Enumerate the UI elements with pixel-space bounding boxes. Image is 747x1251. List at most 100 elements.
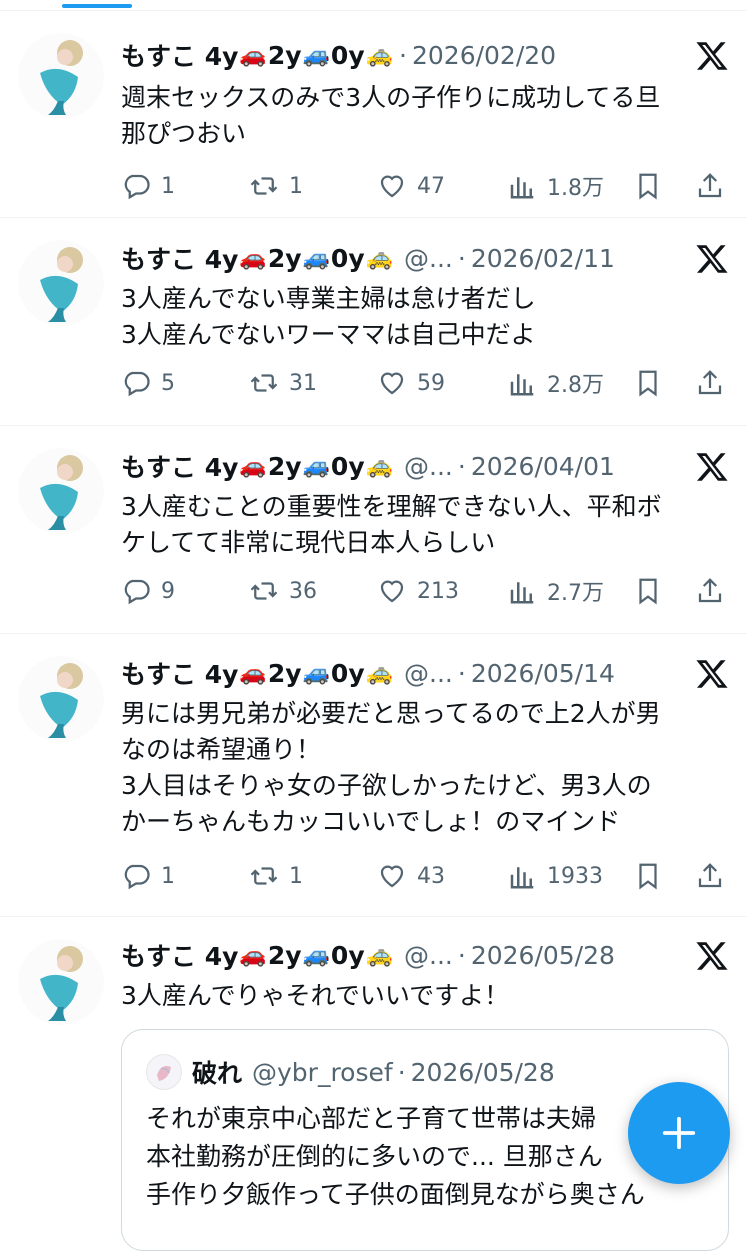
- separator-dot: ·: [457, 940, 466, 970]
- tweet[interactable]: もすこ 4y 🚗 2y 🚙 0y 🚕 · 2026/02/20 週末セックスのみ…: [0, 11, 747, 218]
- tweet-date[interactable]: 2026/05/14: [471, 659, 615, 688]
- like-button[interactable]: 213: [377, 573, 459, 609]
- retweet-count: 31: [289, 370, 317, 396]
- suv-icon: 🚙: [302, 942, 330, 968]
- tweet-text: 男には男兄弟が必要だと思ってるので上2人が男 なのは希望通り！ 3人目はそりゃ女…: [121, 699, 661, 836]
- display-name-part: 2y: [267, 451, 302, 481]
- reply-button[interactable]: 9: [121, 573, 175, 609]
- views-button[interactable]: 1933: [507, 858, 603, 894]
- display-name[interactable]: もすこ 4y: [121, 240, 238, 276]
- views-chart-icon: [510, 177, 534, 199]
- reply-icon: [124, 174, 150, 200]
- separator-dot: ·: [457, 658, 466, 688]
- display-name-part: 0y: [330, 243, 365, 273]
- reply-button[interactable]: 1: [121, 858, 175, 894]
- display-name[interactable]: もすこ 4y: [121, 937, 238, 973]
- user-handle[interactable]: @...: [404, 452, 453, 481]
- views-button[interactable]: 2.7万: [507, 573, 604, 609]
- bookmark-button[interactable]: [633, 365, 663, 401]
- quote-text: それが東京中心部だと子育て世帯は夫婦 本社勤務が圧倒的に多いので... 旦那さん…: [146, 1104, 645, 1209]
- taxi-icon: 🚕: [365, 660, 394, 686]
- heart-icon: [380, 580, 404, 603]
- car-icon: 🚗: [239, 42, 267, 68]
- like-button[interactable]: 47: [377, 168, 445, 204]
- x-logo-icon[interactable]: [695, 939, 729, 973]
- heart-icon: [380, 175, 404, 198]
- like-button[interactable]: 59: [377, 365, 445, 401]
- views-chart-icon: [510, 582, 534, 604]
- separator-dot: ·: [457, 243, 466, 273]
- tweet[interactable]: もすこ 4y 🚗 2y 🚙 0y 🚕 @... · 2026/02/11 3人産…: [0, 218, 747, 426]
- tweet-header: もすこ 4y 🚗 2y 🚙 0y 🚕 · 2026/02/20: [121, 35, 677, 75]
- suv-icon: 🚙: [302, 245, 330, 271]
- avatar[interactable]: [18, 240, 104, 326]
- tweet-actions: 9 36 213 2.7万: [121, 573, 729, 609]
- tweet-date[interactable]: 2026/04/01: [471, 452, 615, 481]
- avatar[interactable]: [18, 939, 104, 1025]
- tweet-date[interactable]: 2026/02/20: [412, 41, 556, 70]
- share-icon: [698, 863, 722, 888]
- views-button[interactable]: 2.8万: [507, 365, 604, 401]
- compose-button[interactable]: [628, 1082, 730, 1184]
- tab-bar: [0, 0, 747, 11]
- x-logo-icon[interactable]: [695, 450, 729, 484]
- tweet-date[interactable]: 2026/02/11: [471, 244, 615, 273]
- tweet-header: もすこ 4y 🚗 2y 🚙 0y 🚕 @... · 2026/04/01: [121, 446, 677, 486]
- display-name[interactable]: もすこ 4y: [121, 37, 238, 73]
- display-name-part: 0y: [330, 40, 365, 70]
- x-logo-icon[interactable]: [695, 39, 729, 73]
- retweet-button[interactable]: 1: [249, 858, 303, 894]
- user-handle[interactable]: @...: [404, 941, 453, 970]
- quote-header: 破れ @ybr_rosef · 2026/05/28: [146, 1054, 555, 1090]
- user-handle[interactable]: @...: [404, 244, 453, 273]
- heart-icon: [380, 372, 404, 395]
- views-button[interactable]: 1.8万: [507, 168, 604, 204]
- bookmark-button[interactable]: [633, 858, 663, 894]
- like-count: 47: [417, 173, 445, 199]
- x-logo-icon[interactable]: [695, 242, 729, 276]
- user-handle[interactable]: @...: [404, 659, 453, 688]
- avatar[interactable]: [18, 656, 104, 742]
- tweet-text: 3人産んでりゃそれでいいですよ！: [121, 981, 510, 1010]
- display-name[interactable]: もすこ 4y: [121, 448, 238, 484]
- share-button[interactable]: [695, 365, 725, 401]
- x-logo-icon[interactable]: [695, 657, 729, 691]
- bookmark-button[interactable]: [633, 168, 663, 204]
- separator-dot: ·: [399, 40, 407, 70]
- share-button[interactable]: [695, 168, 725, 204]
- share-icon: [698, 173, 722, 198]
- tweet[interactable]: もすこ 4y 🚗 2y 🚙 0y 🚕 @... · 2026/05/28 3人産…: [0, 917, 747, 1251]
- bookmark-icon: [639, 863, 657, 890]
- tweet-date[interactable]: 2026/05/28: [471, 941, 615, 970]
- car-icon: 🚗: [239, 453, 267, 479]
- taxi-icon: 🚕: [365, 942, 394, 968]
- display-name[interactable]: もすこ 4y: [121, 655, 238, 691]
- reply-button[interactable]: 5: [121, 365, 175, 401]
- avatar[interactable]: [18, 448, 104, 534]
- like-count: 213: [417, 578, 459, 604]
- taxi-icon: 🚕: [365, 245, 394, 271]
- share-button[interactable]: [695, 573, 725, 609]
- view-count: 2.8万: [547, 373, 604, 398]
- bookmark-icon: [639, 173, 657, 200]
- tweet-actions: 5 31 59 2.8万: [121, 365, 729, 401]
- reply-button[interactable]: 1: [121, 168, 175, 204]
- display-name-part: 2y: [267, 40, 302, 70]
- like-button[interactable]: 43: [377, 858, 445, 894]
- like-count: 43: [417, 863, 445, 889]
- share-button[interactable]: [695, 858, 725, 894]
- bookmark-button[interactable]: [633, 573, 663, 609]
- retweet-icon: [250, 374, 278, 392]
- quote-date: 2026/05/28: [410, 1057, 555, 1087]
- separator-dot: ·: [457, 451, 466, 481]
- tweet[interactable]: もすこ 4y 🚗 2y 🚙 0y 🚕 @... · 2026/04/01 3人産…: [0, 426, 747, 634]
- car-icon: 🚗: [239, 245, 267, 271]
- tweet-text: 3人産むことの重要性を理解できない人、平和ボ ケしてて非常に現代日本人らしい: [121, 492, 662, 557]
- display-name-part: 2y: [267, 243, 302, 273]
- avatar[interactable]: [18, 33, 104, 119]
- retweet-button[interactable]: 1: [249, 168, 303, 204]
- retweet-button[interactable]: 31: [249, 365, 317, 401]
- tweet[interactable]: もすこ 4y 🚗 2y 🚙 0y 🚕 @... · 2026/05/14 男には…: [0, 634, 747, 917]
- retweet-button[interactable]: 36: [249, 573, 317, 609]
- display-name-part: 2y: [267, 658, 302, 688]
